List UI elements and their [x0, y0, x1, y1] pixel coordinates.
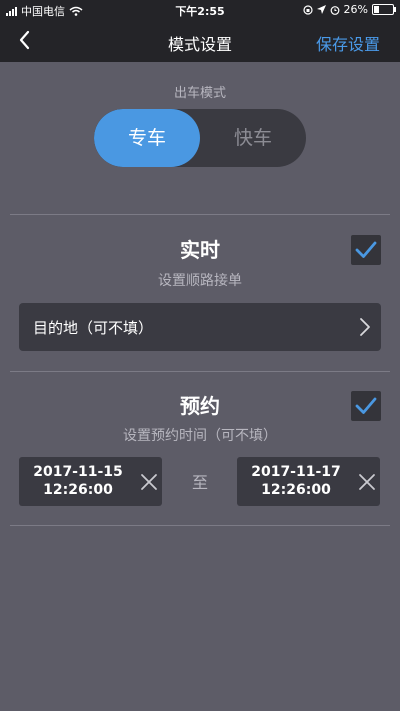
mode-option-premium[interactable]: 专车: [94, 109, 200, 167]
alarm-icon: [330, 5, 339, 15]
end-time: 12:26:00: [261, 482, 331, 498]
date-range-separator: 至: [191, 473, 208, 492]
mode-toggle: 专车 快车: [94, 109, 306, 167]
end-date: 2017-11-17: [251, 464, 341, 480]
divider: [10, 371, 390, 372]
divider: [10, 214, 390, 215]
destination-placeholder: 目的地（可不填）: [33, 319, 154, 337]
mode-label: 出车模式: [173, 86, 226, 101]
nav-bar: 模式设置 保存设置: [0, 20, 400, 62]
end-datetime: 2017-11-17 12:26:00: [237, 463, 355, 499]
realtime-subtitle: 设置顺路接单: [158, 273, 242, 289]
realtime-title: 实时: [180, 238, 220, 262]
save-settings-button[interactable]: 保存设置: [316, 31, 380, 55]
clear-start-date-icon[interactable]: [140, 473, 158, 491]
clear-end-date-icon[interactable]: [358, 473, 376, 491]
reservation-subtitle: 设置预约时间（可不填）: [123, 428, 277, 444]
battery-icon: [372, 4, 396, 15]
start-time: 12:26:00: [43, 482, 113, 498]
start-datetime: 2017-11-15 12:26:00: [19, 463, 137, 499]
location-arrow-icon: [316, 5, 326, 14]
divider: [10, 525, 390, 526]
checkmark-icon: [355, 397, 377, 414]
start-date-field[interactable]: 2017-11-15 12:26:00: [19, 457, 162, 506]
start-date: 2017-11-15: [33, 464, 123, 480]
destination-field[interactable]: 目的地（可不填）: [19, 303, 381, 351]
realtime-checkbox[interactable]: [351, 235, 381, 265]
status-right: 26%: [302, 3, 396, 16]
checkmark-icon: [355, 241, 377, 258]
status-bar: 中国电信 下午2:55 26%: [0, 0, 400, 20]
back-chevron-icon[interactable]: [14, 28, 38, 52]
reservation-title: 预约: [180, 394, 220, 418]
chevron-right-icon: [360, 318, 370, 336]
reservation-checkbox[interactable]: [351, 391, 381, 421]
battery-percent: 26%: [343, 3, 368, 16]
end-date-field[interactable]: 2017-11-17 12:26:00: [237, 457, 380, 506]
battery-level: [374, 6, 379, 13]
lock-rotation-icon: [302, 4, 313, 15]
mode-option-express[interactable]: 快车: [200, 109, 306, 167]
